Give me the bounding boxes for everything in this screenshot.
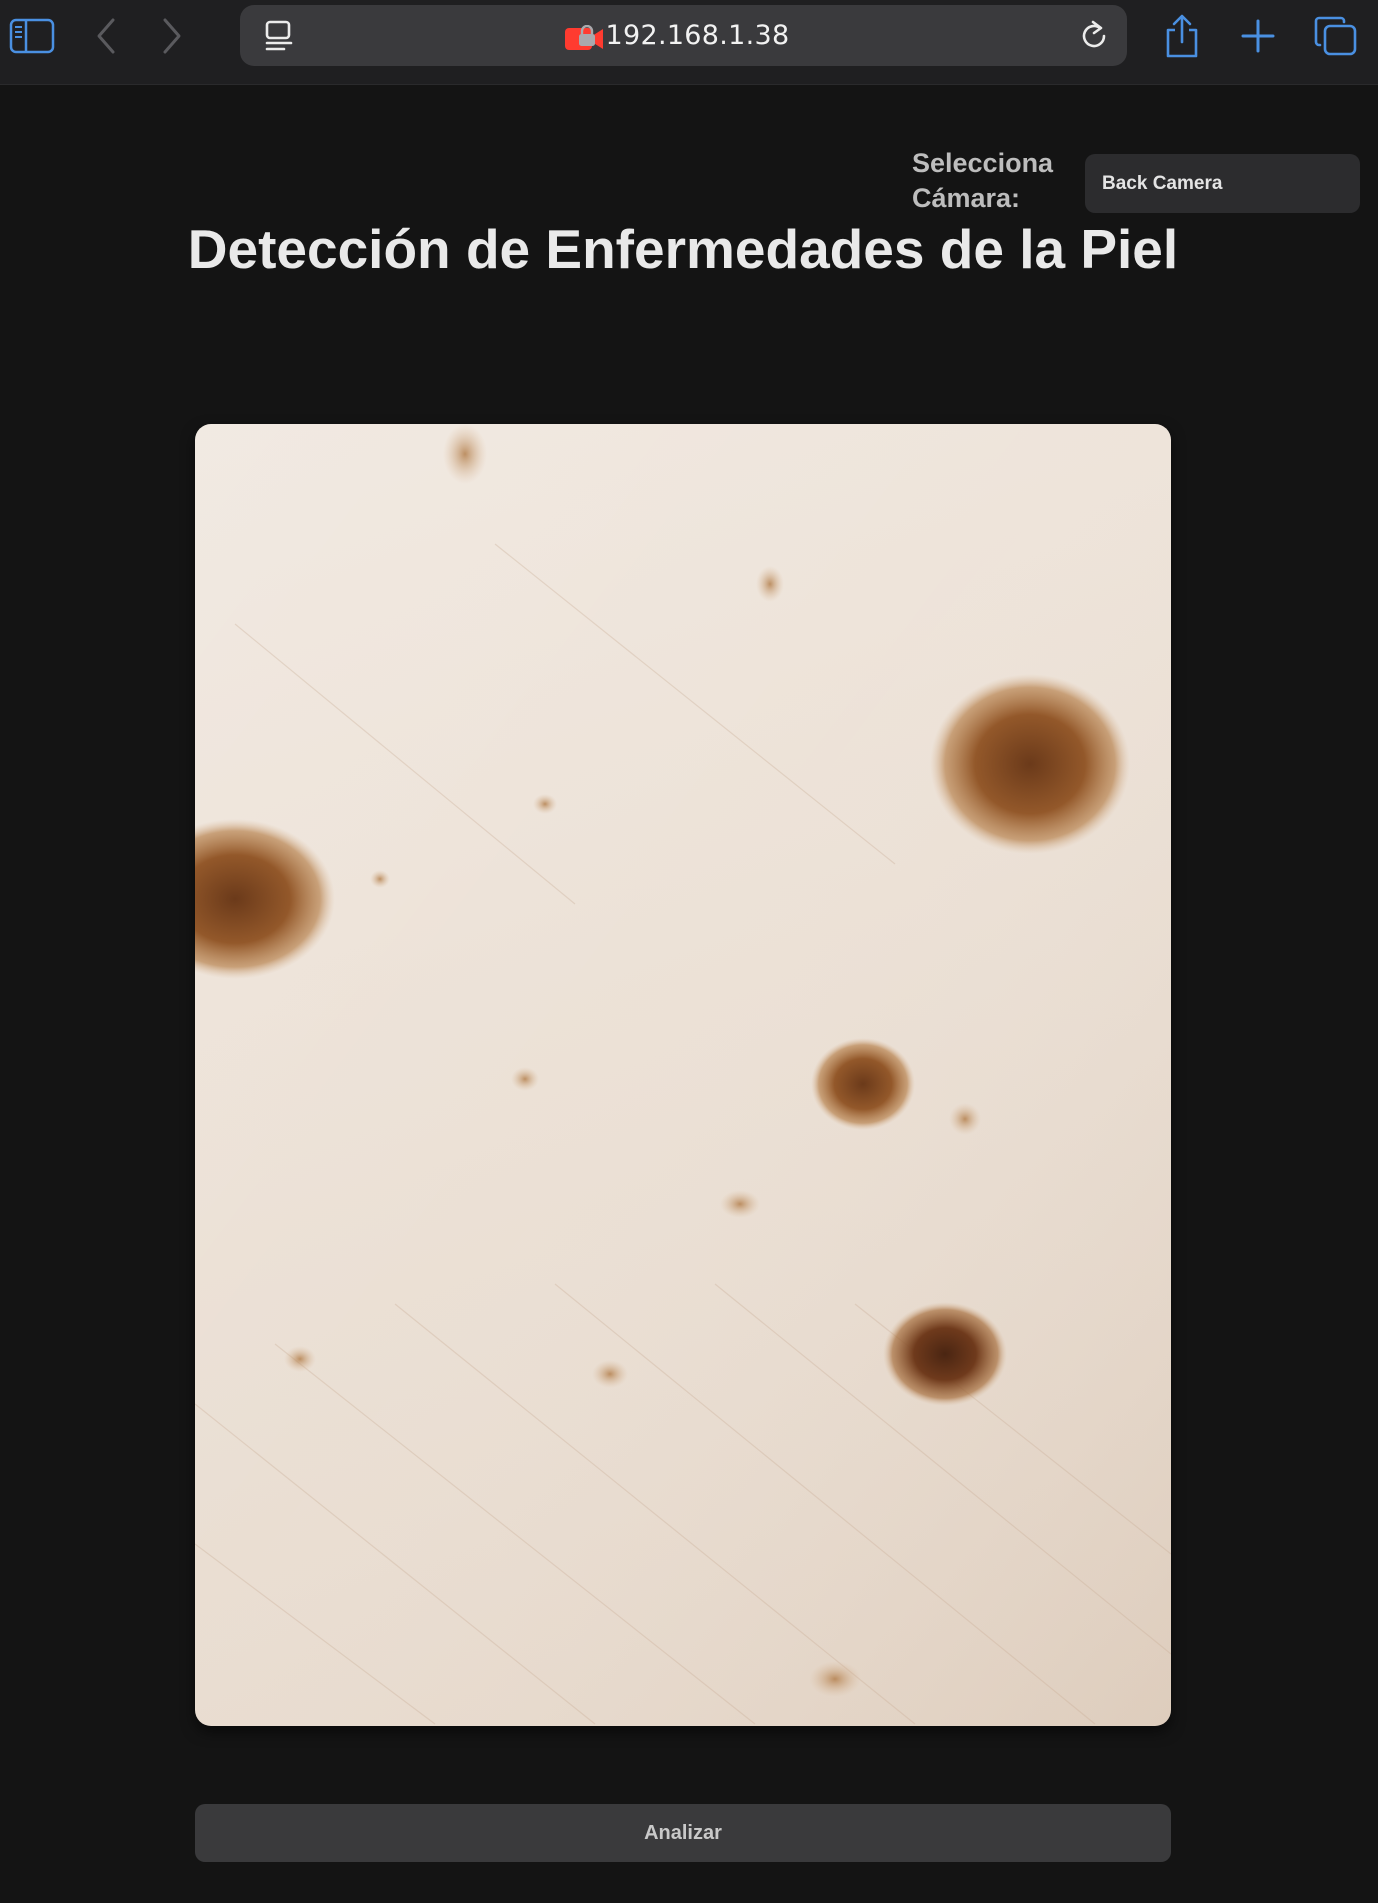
tabs-icon[interactable]: [1312, 14, 1360, 58]
camera-select-label: Selecciona Cámara:: [912, 148, 1054, 213]
browser-toolbar: 192.168.1.38: [0, 0, 1378, 85]
camera-video: [195, 424, 1171, 1726]
page-title: Detección de Enfermedades de la Piel: [187, 218, 1179, 280]
sidebar-icon[interactable]: [8, 14, 56, 58]
url-text[interactable]: 192.168.1.38: [606, 20, 790, 51]
share-icon[interactable]: [1158, 14, 1206, 58]
chevron-left-icon[interactable]: [82, 14, 130, 58]
plus-icon[interactable]: [1234, 14, 1282, 58]
camera-select[interactable]: Back Camera: [1085, 154, 1360, 213]
lock-icon: [578, 24, 596, 47]
chevron-right-icon[interactable]: [148, 14, 196, 58]
address-bar[interactable]: 192.168.1.38: [240, 5, 1127, 66]
reload-icon[interactable]: [1077, 19, 1111, 53]
analyze-button[interactable]: Analizar: [195, 1804, 1171, 1862]
